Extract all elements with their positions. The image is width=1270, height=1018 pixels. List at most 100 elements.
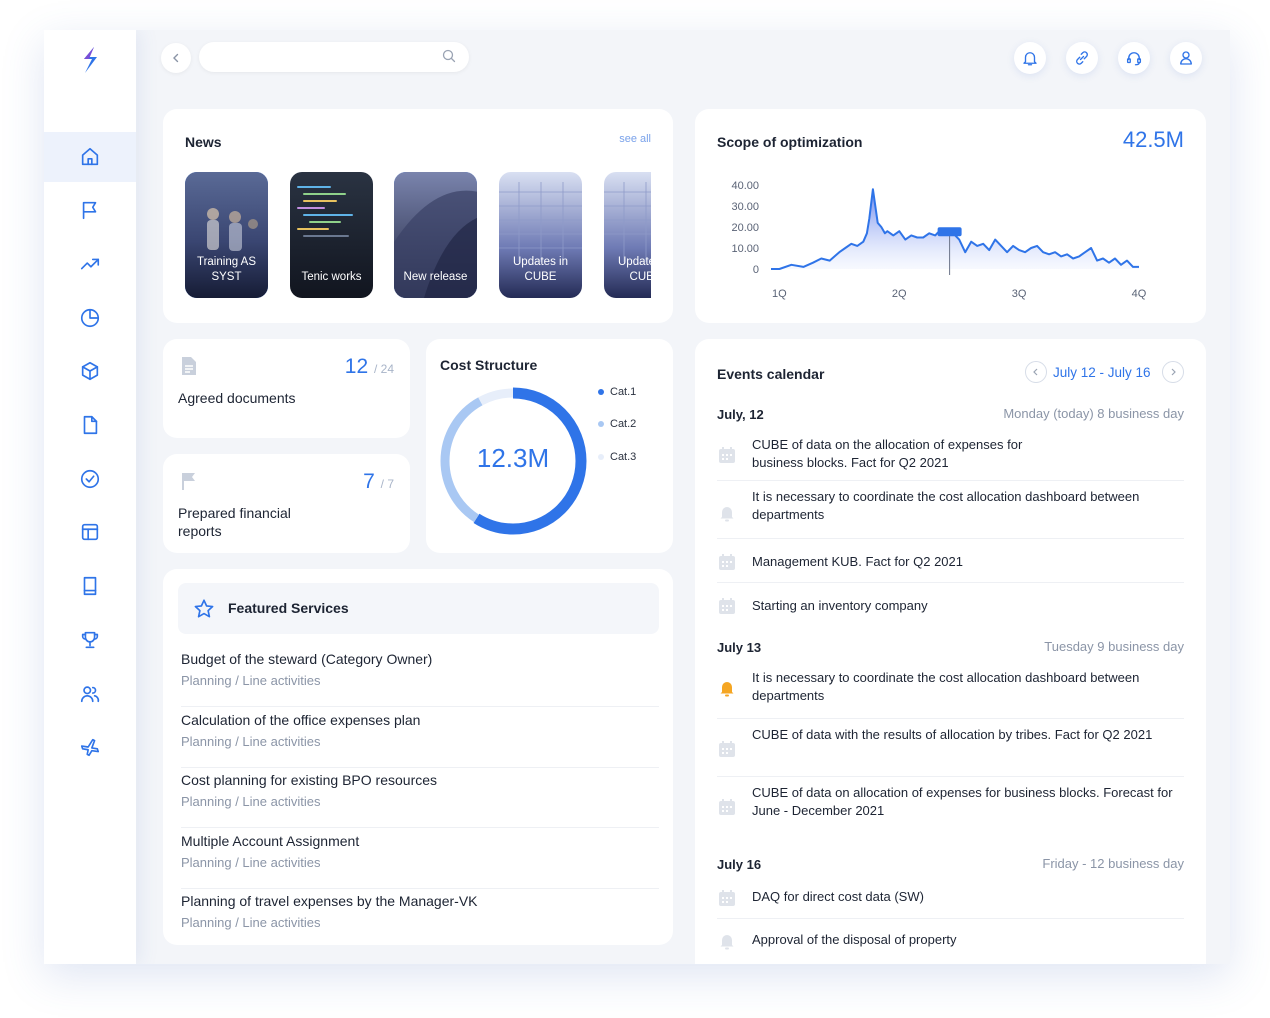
news-item[interactable]: Updates in CUBE [499, 172, 582, 298]
x-tick-label: 2Q [892, 288, 907, 300]
prepared-reports-card[interactable]: 7 / 7 Prepared financial reports [163, 454, 410, 553]
featured-service-item[interactable]: Calculation of the office expenses plan … [181, 708, 659, 768]
user-icon [1180, 51, 1192, 65]
next-week-button[interactable] [1162, 361, 1184, 383]
agreed-count: 12 / 24 [345, 355, 394, 379]
event-text: CUBE of data on the allocation of expens… [752, 437, 1023, 470]
featured-service-item[interactable]: Cost planning for existing BPO resources… [181, 768, 659, 828]
profile-button[interactable] [1170, 42, 1202, 74]
event-item[interactable]: Approval of the disposal of property [717, 919, 1184, 963]
prev-week-button[interactable] [1025, 361, 1047, 383]
search-icon[interactable] [442, 49, 456, 63]
news-item-label: New release [403, 271, 468, 283]
news-item[interactable]: Updates in CUBE [604, 172, 651, 298]
featured-title: Featured Services [228, 600, 349, 616]
featured-services-card: Featured Services Budget of the steward … [163, 569, 673, 945]
see-all-link[interactable]: see all [619, 133, 651, 145]
agreed-total: / 24 [373, 362, 394, 376]
event-item[interactable]: DAQ for direct cost data (SW) [717, 877, 1184, 919]
agreed-documents-card[interactable]: 12 / 24 Agreed documents [163, 339, 410, 438]
search-input[interactable] [199, 42, 469, 72]
scope-chart[interactable]: 40.00 30.00 20.00 10.00 0 1Q 2Q 3Q 4Q [695, 109, 1206, 323]
event-item[interactable]: Management KUB. Fact for Q2 2021 [717, 539, 1184, 583]
news-item[interactable]: Training AS SYST [185, 172, 268, 298]
support-button[interactable] [1118, 42, 1150, 74]
y-tick-label: 30.00 [731, 201, 759, 213]
sidebar [44, 30, 136, 964]
legend-item: Cat.3 [598, 451, 636, 463]
trophy-icon [81, 631, 99, 649]
event-text: CUBE of data with the results of allocat… [752, 727, 1153, 742]
event-text: Approval of the disposal of property [752, 932, 957, 947]
legend-label: Cat.2 [610, 418, 637, 430]
sidebar-item-users[interactable] [44, 669, 136, 719]
news-item[interactable]: Tenic works [290, 172, 373, 298]
sidebar-item-layout[interactable] [44, 507, 136, 557]
event-item[interactable]: CUBE of data on the allocation of expens… [717, 429, 1184, 481]
news-item[interactable]: New release [394, 172, 477, 298]
links-button[interactable] [1066, 42, 1098, 74]
bell-icon [720, 935, 734, 950]
sidebar-item-documents[interactable] [44, 400, 136, 450]
chevron-left-icon [173, 53, 179, 63]
calendar-icon [719, 890, 735, 906]
home-icon [81, 147, 99, 166]
sidebar-item-home[interactable] [44, 132, 136, 182]
service-category: Planning / Line activities [181, 734, 321, 749]
event-text: CUBE of data on allocation of expenses f… [752, 785, 1173, 818]
legend-item: Cat.1 [598, 386, 636, 398]
y-tick-label: 10.00 [731, 243, 759, 255]
y-tick-label: 20.00 [731, 222, 759, 234]
service-category: Planning / Line activities [181, 673, 321, 688]
sidebar-item-trend[interactable] [44, 239, 136, 289]
sidebar-item-tasks[interactable] [44, 454, 136, 504]
reports-total: / 7 [380, 477, 394, 491]
featured-service-item[interactable]: Planning of travel expenses by the Manag… [181, 889, 659, 949]
featured-service-item[interactable]: Multiple Account Assignment Planning / L… [181, 829, 659, 889]
sidebar-item-cube[interactable] [44, 346, 136, 396]
document-icon [182, 357, 196, 375]
calendar-icon [719, 447, 735, 463]
featured-service-item[interactable]: Budget of the steward (Category Owner) P… [181, 647, 659, 707]
sidebar-item-library[interactable] [44, 561, 136, 611]
event-day-info: Monday (today) 8 business day [1003, 406, 1184, 421]
event-item[interactable]: It is necessary to coordinate the cost a… [717, 481, 1184, 539]
calendar-icon [719, 741, 735, 757]
event-text: Starting an inventory company [752, 598, 928, 613]
y-tick-label: 0 [753, 264, 759, 276]
legend-label: Cat.3 [610, 451, 637, 463]
sidebar-item-travel[interactable] [44, 722, 136, 772]
cost-title: Cost Structure [440, 357, 538, 373]
service-name: Calculation of the office expenses plan [181, 712, 421, 728]
cost-center-value: 12.3M [476, 443, 550, 473]
document-icon [83, 415, 98, 435]
news-item-label: Updates in CUBE [618, 256, 651, 283]
service-name: Cost planning for existing BPO resources [181, 772, 438, 788]
sidebar-item-reports[interactable] [44, 293, 136, 343]
scope-card: Scope of optimization 42.5M 40.00 30.00 20… [695, 109, 1206, 323]
calendar-icon [719, 598, 735, 614]
event-item[interactable]: It is necessary to coordinate the cost a… [717, 662, 1184, 719]
event-item[interactable]: Starting an inventory company [717, 583, 1184, 627]
event-text: DAQ for direct cost data (SW) [752, 889, 924, 904]
check-circle-icon [80, 469, 100, 489]
app-logo[interactable] [80, 46, 100, 74]
news-card: News see all Training AS SYST Tenic work… [163, 109, 673, 323]
service-category: Planning / Line activities [181, 794, 321, 809]
trend-icon [80, 258, 100, 270]
legend-label: Cat.1 [610, 386, 637, 398]
sidebar-item-flag[interactable] [44, 185, 136, 235]
back-button[interactable] [161, 43, 191, 73]
sidebar-item-achievements[interactable] [44, 615, 136, 665]
event-item[interactable]: CUBE of data with the results of allocat… [717, 719, 1184, 777]
flag-icon [82, 201, 97, 220]
news-carousel[interactable]: Training AS SYST Tenic works New release… [185, 172, 651, 299]
cube-icon [81, 361, 99, 381]
event-day-date: July 16 [717, 857, 762, 872]
bell-alert-icon [720, 682, 734, 697]
notifications-button[interactable] [1014, 42, 1046, 74]
x-tick-label: 1Q [772, 288, 787, 300]
event-item[interactable]: CUBE of data on allocation of expenses f… [717, 777, 1184, 845]
chevron-right-icon [1171, 368, 1176, 376]
events-calendar-card: Events calendar July 12 - July 16 July, … [695, 339, 1206, 964]
